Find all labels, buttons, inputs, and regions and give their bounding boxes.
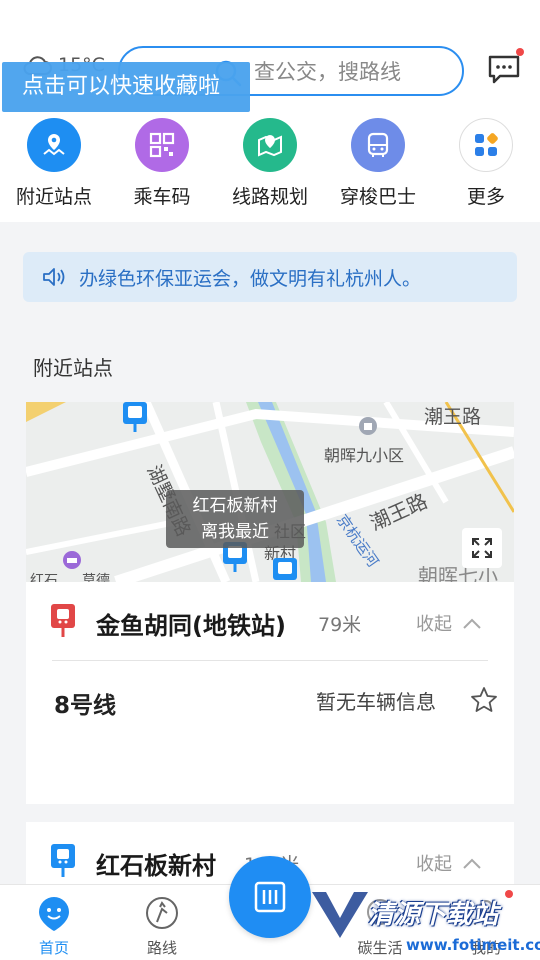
divider xyxy=(52,660,488,661)
favorite-tooltip: 点击可以快速收藏啦 xyxy=(2,62,250,112)
nav-more[interactable]: 更多 xyxy=(432,118,540,209)
nav-label: 穿梭巴士 xyxy=(339,186,416,208)
stop-distance: 79米 xyxy=(318,614,362,636)
route-plan-icon xyxy=(243,118,297,172)
collapse-toggle[interactable]: 收起 xyxy=(416,850,482,876)
quick-nav: 附近站点 乘车码 线路规划 穿梭巴士 更多 xyxy=(0,118,540,209)
bus-stop-marker-icon xyxy=(273,558,297,580)
vehicle-status: 暂无车辆信息 xyxy=(316,690,436,714)
speaker-icon xyxy=(43,268,65,286)
scan-code-button[interactable] xyxy=(229,856,311,938)
hotel-poi-icon xyxy=(63,551,81,569)
subway-stop-icon xyxy=(51,604,75,637)
nav-route-plan[interactable]: 线路规划 xyxy=(216,118,324,209)
bus-line-name[interactable]: 8号线 xyxy=(54,686,116,720)
watermark-logo-icon xyxy=(312,892,368,938)
stop-name[interactable]: 金鱼胡同(地铁站) xyxy=(96,606,286,641)
collapse-label: 收起 xyxy=(416,854,452,875)
fullscreen-icon xyxy=(472,538,492,558)
bus-icon xyxy=(351,118,405,172)
route-compass-icon xyxy=(146,897,178,929)
more-grid-icon xyxy=(459,118,513,172)
stop-card: 金鱼胡同(地铁站) 79米 收起 8号线 暂无车辆信息 xyxy=(26,582,514,804)
scan-icon xyxy=(254,881,286,913)
collapse-label: 收起 xyxy=(416,614,452,635)
tab-label: 路线 xyxy=(146,939,177,957)
map-label: 红石 xyxy=(30,573,58,582)
bus-stop-marker-icon xyxy=(123,402,147,432)
nav-label: 乘车码 xyxy=(133,186,191,208)
nav-label: 附近站点 xyxy=(15,186,92,208)
notice-banner[interactable]: 办绿色环保亚运会，做文明有礼杭州人。 xyxy=(23,252,517,302)
nearby-map[interactable]: 潮王路 朝晖九小区 湖墅南路 潮王路 京杭运河 朝晖七小 社区 新村 莫德 红石… xyxy=(26,402,514,582)
map-label: 朝晖九小区 xyxy=(324,446,405,465)
nearby-section-title: 附近站点 xyxy=(33,356,113,380)
watermark-title: 清源下载站 xyxy=(368,900,499,930)
message-badge xyxy=(516,48,524,56)
map-expand-button[interactable] xyxy=(462,528,502,568)
bus-stop-icon xyxy=(51,844,75,877)
chevron-up-icon xyxy=(463,618,481,629)
nav-shuttle-bus[interactable]: 穿梭巴士 xyxy=(324,118,432,209)
nav-nearby-stops[interactable]: 附近站点 xyxy=(0,118,108,209)
tab-label: 首页 xyxy=(38,939,69,957)
notice-text: 办绿色环保亚运会，做文明有礼杭州人。 xyxy=(79,267,422,290)
location-map-icon xyxy=(27,118,81,172)
message-button[interactable] xyxy=(487,54,521,84)
nav-label: 线路规划 xyxy=(231,186,308,208)
watermark-url: www.fotimeit.com xyxy=(406,936,540,954)
map-label: 莫德 xyxy=(82,573,110,582)
message-icon xyxy=(488,55,520,84)
collapse-toggle[interactable]: 收起 xyxy=(416,610,482,636)
callout-stop-name: 红石板新村 xyxy=(192,496,278,516)
home-face-icon xyxy=(39,897,69,931)
watermark: 清源下载站 www.fotimeit.com xyxy=(310,886,540,960)
nav-ride-code[interactable]: 乘车码 xyxy=(108,118,216,209)
stop-name[interactable]: 红石板新村 xyxy=(96,846,216,881)
callout-nearest-label: 离我最近 xyxy=(201,522,269,542)
chevron-up-icon xyxy=(463,858,481,869)
star-favorite-icon[interactable] xyxy=(470,686,498,714)
school-poi-icon xyxy=(359,417,377,435)
map-label: 潮王路 xyxy=(424,406,482,428)
nav-label: 更多 xyxy=(466,186,505,208)
map-callout: 红石板新村 离我最近 xyxy=(166,490,304,548)
qr-code-icon xyxy=(135,118,189,172)
search-placeholder: 查公交，搜路线 xyxy=(254,60,401,84)
